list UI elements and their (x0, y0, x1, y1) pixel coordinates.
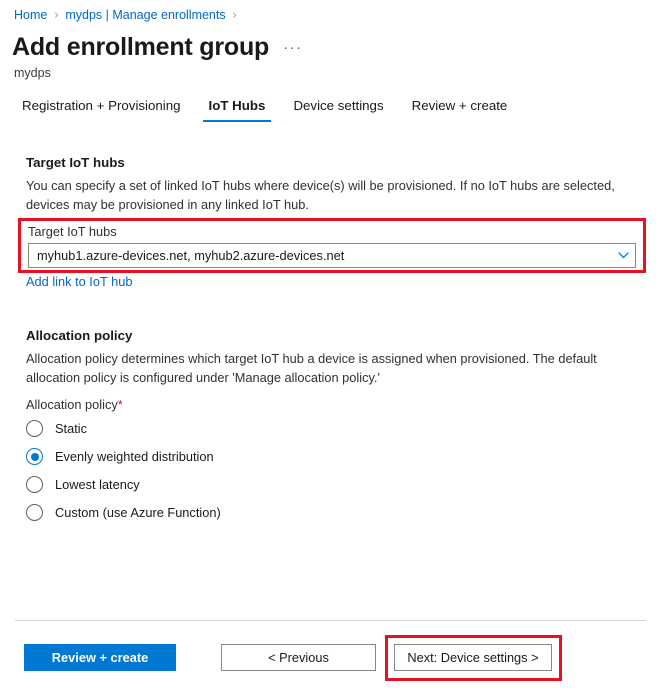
breadcrumb-item-home[interactable]: Home (14, 7, 47, 23)
radio-label: Custom (use Azure Function) (55, 505, 221, 520)
tab-bar: Registration + Provisioning IoT Hubs Dev… (8, 94, 521, 122)
radio-icon[interactable] (26, 420, 43, 437)
allocation-policy-description: Allocation policy determines which targe… (26, 349, 631, 387)
target-hubs-dropdown[interactable]: myhub1.azure-devices.net, myhub2.azure-d… (28, 243, 636, 268)
target-hubs-heading: Target IoT hubs (26, 155, 125, 170)
breadcrumb-separator-icon: › (54, 7, 58, 23)
next-device-settings-button[interactable]: Next: Device settings > (394, 644, 552, 671)
page-title: Add enrollment group (12, 32, 269, 62)
radio-option-lowest-latency[interactable]: Lowest latency (26, 476, 140, 493)
tab-device-settings[interactable]: Device settings (279, 94, 397, 122)
allocation-policy-label-text: Allocation policy (26, 397, 118, 412)
tab-registration-provisioning[interactable]: Registration + Provisioning (8, 94, 195, 122)
radio-label: Evenly weighted distribution (55, 449, 214, 464)
add-enrollment-group-page: Home › mydps | Manage enrollments › Add … (0, 0, 660, 692)
page-subtitle: mydps (14, 65, 51, 81)
footer-divider (15, 620, 646, 621)
required-marker: * (118, 397, 123, 412)
radio-option-static[interactable]: Static (26, 420, 87, 437)
allocation-policy-heading: Allocation policy (26, 328, 132, 343)
radio-icon[interactable] (26, 476, 43, 493)
target-hubs-selected-value: myhub1.azure-devices.net, myhub2.azure-d… (29, 248, 611, 263)
radio-option-evenly-weighted-distribution[interactable]: Evenly weighted distribution (26, 448, 214, 465)
target-hubs-description: You can specify a set of linked IoT hubs… (26, 176, 631, 214)
breadcrumb-item-manage-enrollments[interactable]: mydps | Manage enrollments (65, 7, 225, 23)
radio-icon[interactable] (26, 504, 43, 521)
tab-review-create[interactable]: Review + create (398, 94, 522, 122)
radio-label: Static (55, 421, 87, 436)
breadcrumb: Home › mydps | Manage enrollments › (14, 7, 244, 23)
tab-iot-hubs[interactable]: IoT Hubs (195, 94, 280, 122)
radio-label: Lowest latency (55, 477, 140, 492)
add-link-to-iot-hub-link[interactable]: Add link to IoT hub (26, 274, 132, 289)
review-create-button[interactable]: Review + create (24, 644, 176, 671)
radio-icon[interactable] (26, 448, 43, 465)
more-options-icon[interactable]: ··· (283, 39, 303, 56)
radio-option-custom-azure-function[interactable]: Custom (use Azure Function) (26, 504, 221, 521)
target-hubs-field-label: Target IoT hubs (28, 224, 117, 239)
previous-button[interactable]: < Previous (221, 644, 376, 671)
allocation-policy-field-label: Allocation policy* (26, 397, 123, 412)
chevron-down-icon (611, 252, 635, 259)
breadcrumb-separator-icon: › (233, 7, 237, 23)
page-title-row: Add enrollment group ··· (12, 32, 303, 62)
